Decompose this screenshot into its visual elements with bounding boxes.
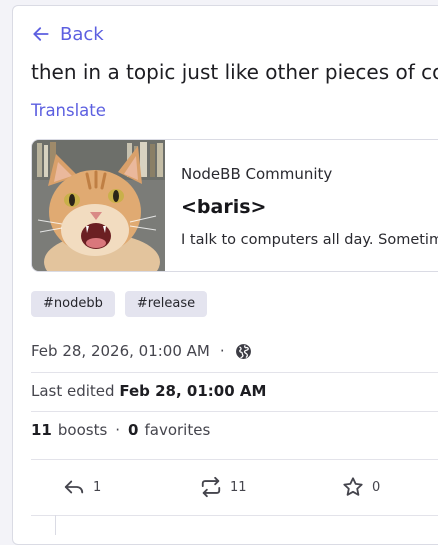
divider: [31, 459, 438, 460]
post-date[interactable]: Feb 28, 2026, 01:00 AM: [31, 342, 210, 360]
translate-link[interactable]: Translate: [31, 101, 106, 120]
link-preview-site-name: NodeBB Community: [181, 165, 333, 183]
link-preview-title: <baris>: [181, 196, 267, 218]
hashtag-nodebb[interactable]: #nodebb: [31, 291, 115, 317]
link-preview-thumbnail: [32, 140, 165, 271]
boosts-label: boosts: [57, 421, 108, 439]
boost-count: 11: [230, 479, 247, 495]
reply-button[interactable]: 1: [63, 476, 101, 498]
favorite-button[interactable]: 0: [342, 476, 380, 498]
link-preview-description: I talk to computers all day. Sometimes t…: [181, 232, 438, 248]
favorites-count: 0: [128, 421, 139, 439]
counts-separator: ·: [115, 421, 121, 439]
last-edited-row[interactable]: Last edited Feb 28, 01:00 AM: [31, 382, 266, 400]
post-detail-panel: Back then in a topic just like other pie…: [12, 5, 438, 545]
star-icon: [343, 477, 363, 496]
hashtag-list: #nodebb #release: [31, 291, 208, 317]
edited-date: Feb 28, 01:00 AM: [119, 382, 267, 400]
cat-avatar-image: [32, 140, 165, 271]
hashtag-release[interactable]: #release: [124, 291, 208, 317]
back-button[interactable]: Back: [31, 21, 104, 47]
favorites-count-link[interactable]: 0 favorites: [128, 421, 210, 439]
thread-connector-line: [55, 515, 56, 535]
boosts-count: 11: [31, 421, 52, 439]
favorites-label: favorites: [144, 421, 211, 439]
retweet-icon: [201, 476, 221, 498]
post-body-text: then in a topic just like other pieces o…: [31, 54, 438, 94]
post-date-row: Feb 28, 2026, 01:00 AM ·: [31, 342, 252, 360]
divider: [31, 372, 438, 373]
arrow-left-icon: [33, 27, 49, 41]
link-preview-card[interactable]: NodeBB Community <baris> I talk to compu…: [31, 139, 438, 272]
divider: [31, 411, 438, 412]
post-text-fragment: then in a topic just like other pieces o…: [31, 60, 438, 84]
back-label: Back: [60, 23, 104, 45]
meta-separator: ·: [219, 342, 225, 360]
interaction-counts: 11 boosts · 0 favorites: [31, 421, 210, 439]
boosts-count-link[interactable]: 11 boosts: [31, 421, 107, 439]
divider: [31, 515, 438, 516]
reply-count: 1: [93, 479, 102, 495]
boost-button[interactable]: 11: [200, 476, 247, 498]
favorite-count: 0: [372, 479, 381, 495]
edited-prefix: Last edited: [31, 382, 115, 400]
globe-icon: [235, 343, 251, 359]
reply-icon: [64, 480, 84, 494]
